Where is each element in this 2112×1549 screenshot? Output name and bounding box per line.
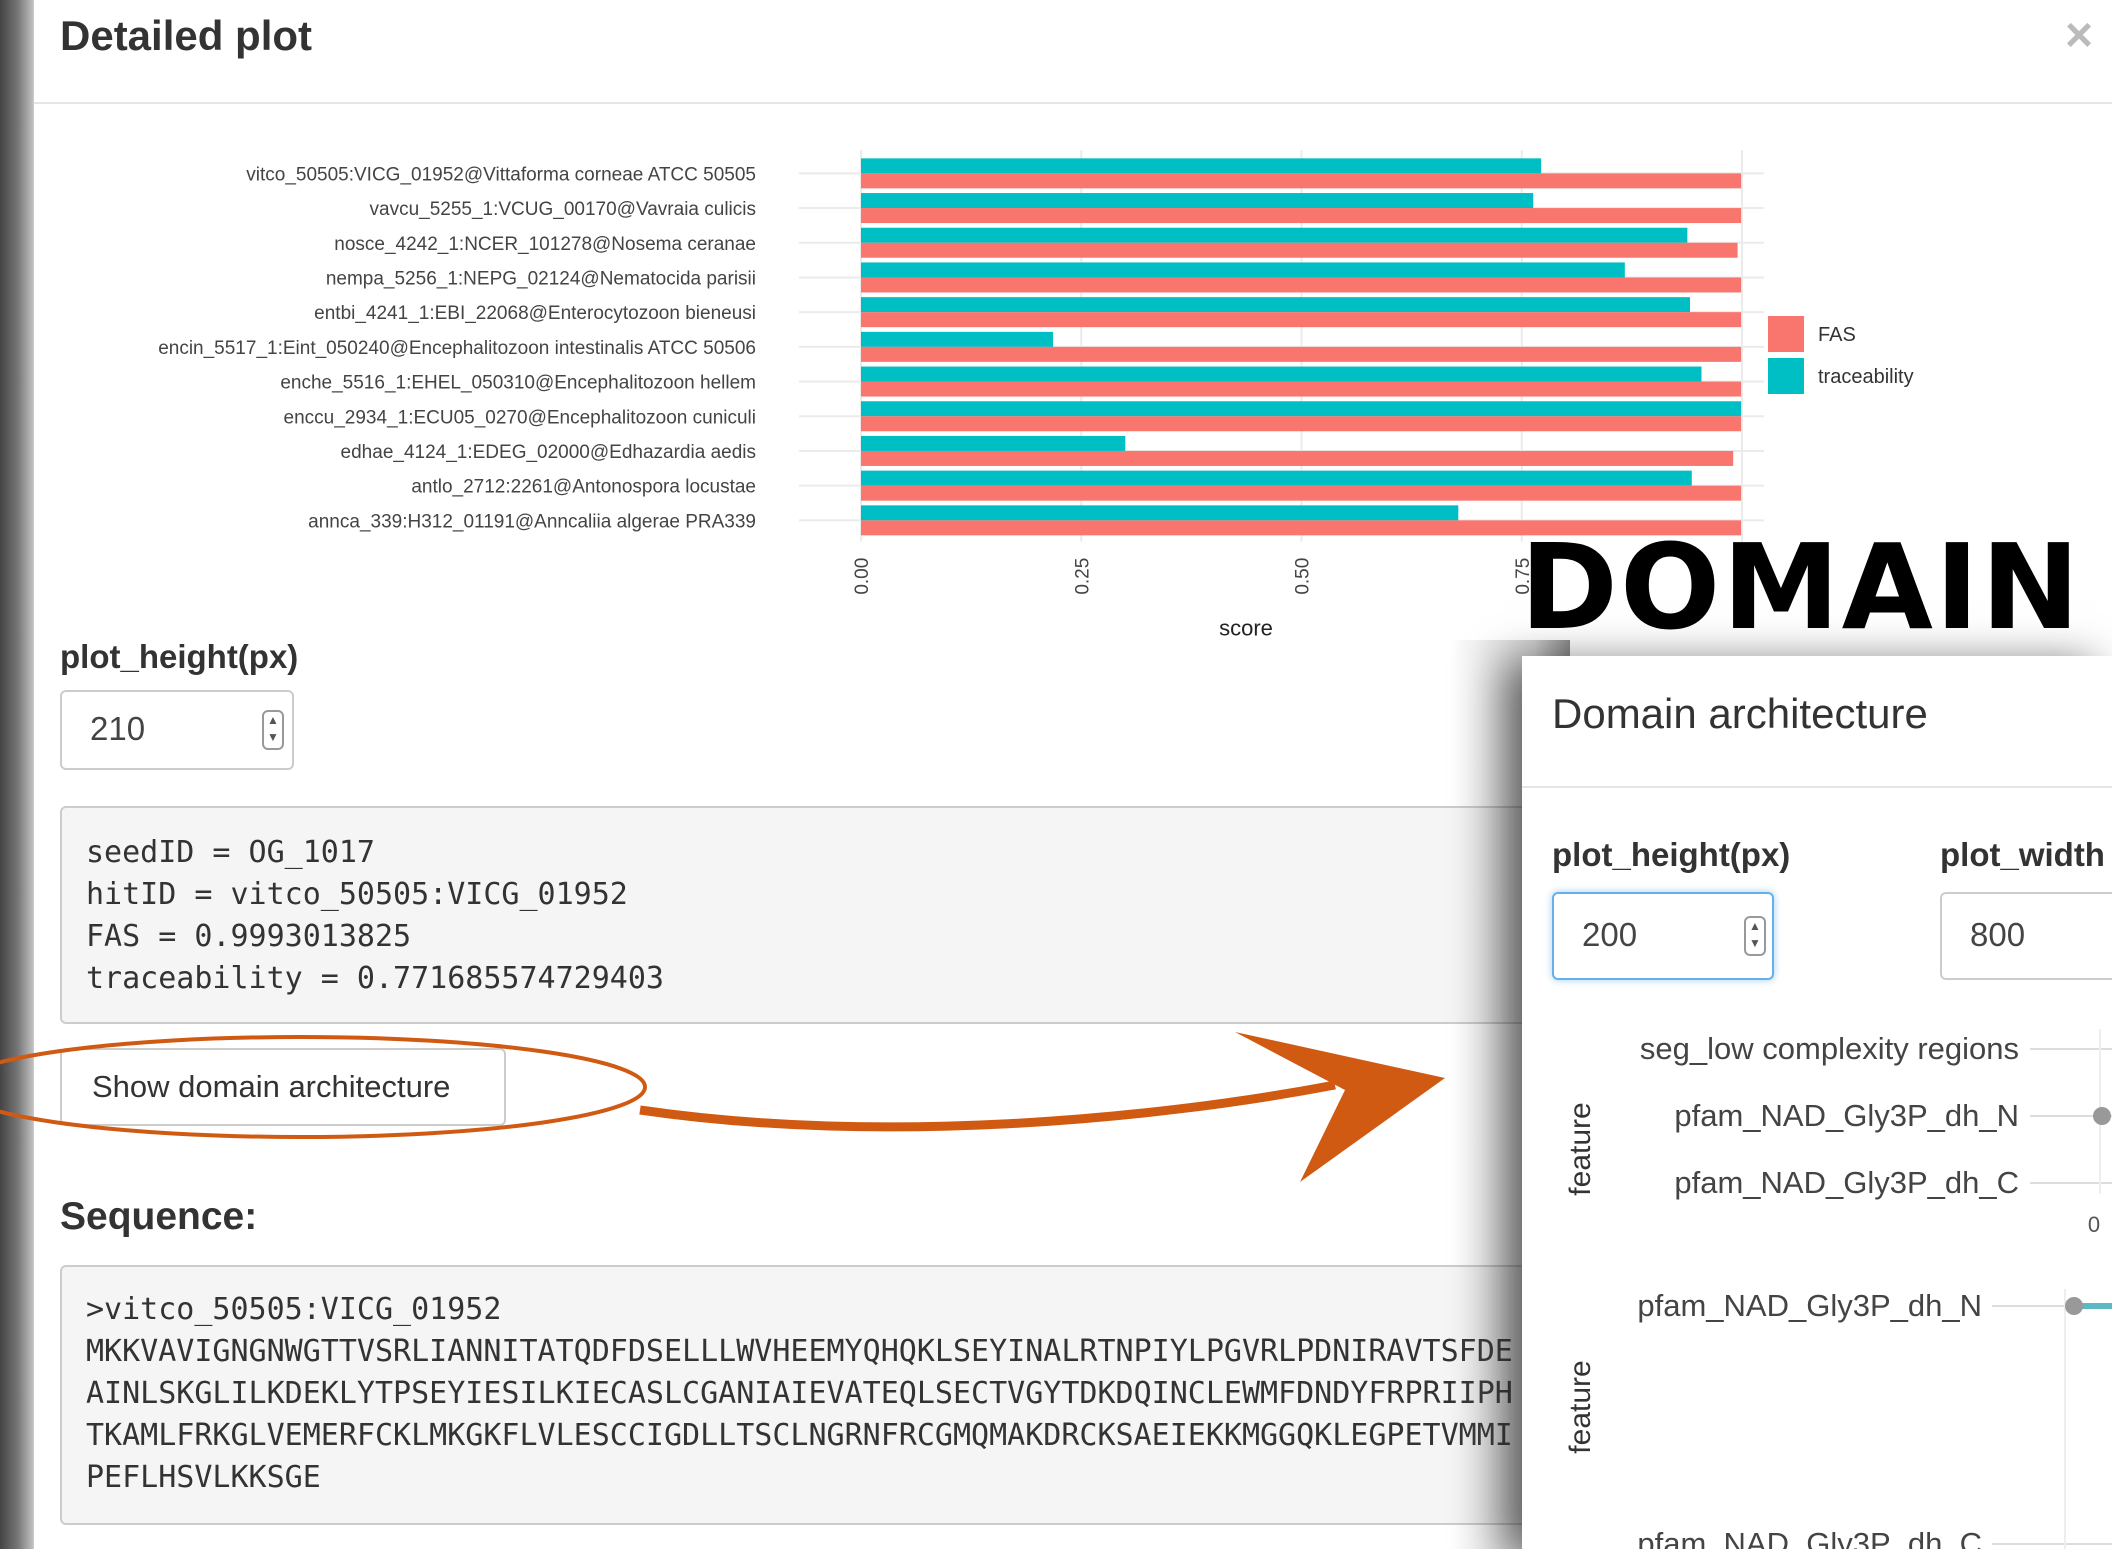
x-axis-title: score (1219, 616, 1273, 640)
domain-feature-label: pfam_NAD_Gly3P_dh_N (1674, 1098, 2019, 1133)
sequence-line: MKKVAVIGNGNWGTTVSRLIANNITATQDFDSELLLWVHE… (86, 1334, 1513, 1369)
domain-width-input[interactable]: 800 (1940, 892, 2112, 980)
category-label: entbi_4241_1:EBI_22068@Enterocytozoon bi… (314, 303, 756, 324)
domain-feature-label: pfam_NAD_Gly3P_dh_N (1637, 1288, 1982, 1323)
fas-bar (861, 450, 1734, 466)
category-label: annca_339:H312_01191@Anncaliia algerae P… (308, 511, 756, 532)
category-label: antlo_2712:2261@Antonospora locustae (411, 477, 756, 498)
plot-height-input[interactable]: 210 ▲ ▼ (60, 690, 294, 770)
category-label: enche_5516_1:EHEL_050310@Encephalitozoon… (280, 373, 756, 394)
zero-tick: 0 (2088, 1212, 2100, 1237)
modal-title: Detailed plot (60, 12, 313, 59)
category-label: vavcu_5255_1:VCUG_00170@Vavraia culicis (370, 199, 757, 220)
category-label: edhae_4124_1:EDEG_02000@Edhazardia aedis (341, 442, 756, 463)
info-output: seedID = OG_1017 hitID = vitco_50505:VIC… (60, 806, 1580, 1024)
domain-point (2093, 1107, 2111, 1125)
sequence-output: >vitco_50505:VICG_01952 MKKVAVIGNGNWGTTV… (60, 1265, 1580, 1525)
traceability-bar (861, 262, 1625, 278)
legend-label: traceability (1818, 366, 1914, 388)
fas-bar (861, 277, 1742, 293)
feature-axis-label: feature (1564, 1102, 1597, 1195)
fas-bar (861, 485, 1742, 501)
traceability-line: traceability = 0.771685574729403 (86, 961, 664, 996)
domain-width-value: 800 (1970, 916, 2026, 953)
traceability-bar (861, 470, 1692, 486)
domain-architecture-modal: Domain architecture plot_height(px) plot… (1522, 656, 2112, 1549)
domain-modal-header: Domain architecture (1522, 656, 2112, 788)
category-label: encin_5517_1:Eint_050240@Encephalitozoon… (158, 338, 756, 359)
traceability-bar (861, 193, 1534, 209)
feature-axis-label: feature (1564, 1360, 1597, 1453)
legend-swatch (1768, 358, 1804, 394)
tick-label: 0.25 (1072, 558, 1093, 595)
plot-height-value: 210 (90, 710, 146, 747)
domain-point (2065, 1297, 2083, 1315)
traceability-bar (861, 435, 1126, 451)
close-icon[interactable]: × (2065, 8, 2093, 63)
sequence-title: Sequence: (60, 1195, 258, 1238)
sequence-line: AINLSKGLILKDEKLYTPSEYIESILKIECASLCGANIAI… (86, 1376, 1513, 1411)
domain-feature-label: pfam_NAD_Gly3P_dh_C (1637, 1526, 1982, 1549)
category-label: nempa_5256_1:NEPG_02124@Nematocida paris… (326, 268, 756, 289)
traceability-bar (861, 401, 1742, 417)
domain-plots: feature seg_low complexity regions pfam_… (1564, 1029, 2112, 1549)
show-domain-architecture-button[interactable]: Show domain architecture (60, 1048, 506, 1126)
fas-line: FAS = 0.9993013825 (86, 919, 412, 954)
plot-height-label: plot_height(px) (60, 638, 299, 675)
category-label: nosce_4242_1:NCER_101278@Nosema ceranae (334, 234, 756, 255)
category-label: enccu_2934_1:ECU05_0270@Encephalitozoon … (284, 407, 756, 428)
domain-feature-label: pfam_NAD_Gly3P_dh_C (1674, 1165, 2019, 1200)
traceability-bar (861, 505, 1459, 521)
fas-bar (861, 312, 1742, 328)
domain-feature-label: seg_low complexity regions (1640, 1031, 2019, 1066)
fas-bar (861, 242, 1738, 258)
tick-label: 0.50 (1293, 558, 1314, 595)
fas-bar (861, 381, 1742, 397)
traceability-bar (861, 227, 1688, 243)
fas-bar (861, 416, 1742, 432)
legend-swatch (1768, 316, 1804, 352)
traceability-bar (861, 331, 1054, 347)
sequence-line: >vitco_50505:VICG_01952 (86, 1292, 502, 1327)
domain-height-label: plot_height(px) (1552, 836, 1791, 873)
hit-id-line: hitID = vitco_50505:VICG_01952 (86, 877, 628, 912)
domain-height-input[interactable]: 200 ▲ ▼ (1552, 892, 1774, 980)
legend-label: FAS (1818, 324, 1856, 346)
domain-modal-title: Domain architecture (1552, 690, 1928, 737)
sequence-line: TKAMLFRKGLVEMERFCKLMKGKFLVLESCCIGDLLTSCL… (86, 1418, 1513, 1453)
category-label: vitco_50505:VICG_01952@Vittaforma cornea… (246, 164, 756, 185)
fas-bar (861, 208, 1742, 224)
spinner-icon[interactable]: ▲ ▼ (1744, 916, 1766, 956)
domain-width-label: plot_width (1940, 836, 2105, 873)
tick-label: 0.00 (852, 558, 873, 595)
traceability-bar (861, 297, 1691, 313)
traceability-bar (861, 158, 1542, 174)
domain-height-value: 200 (1582, 916, 1638, 953)
spinner-icon[interactable]: ▲ ▼ (262, 710, 284, 750)
sequence-line: PEFLHSVLKKSGE (86, 1460, 321, 1495)
traceability-bar (861, 366, 1702, 382)
seed-id-line: seedID = OG_1017 (86, 835, 375, 870)
domain-annotation-word: DOMAIN (1520, 518, 2082, 656)
fas-bar (861, 173, 1742, 189)
fas-bar (861, 346, 1742, 362)
modal-header: Detailed plot × (34, 0, 2112, 104)
